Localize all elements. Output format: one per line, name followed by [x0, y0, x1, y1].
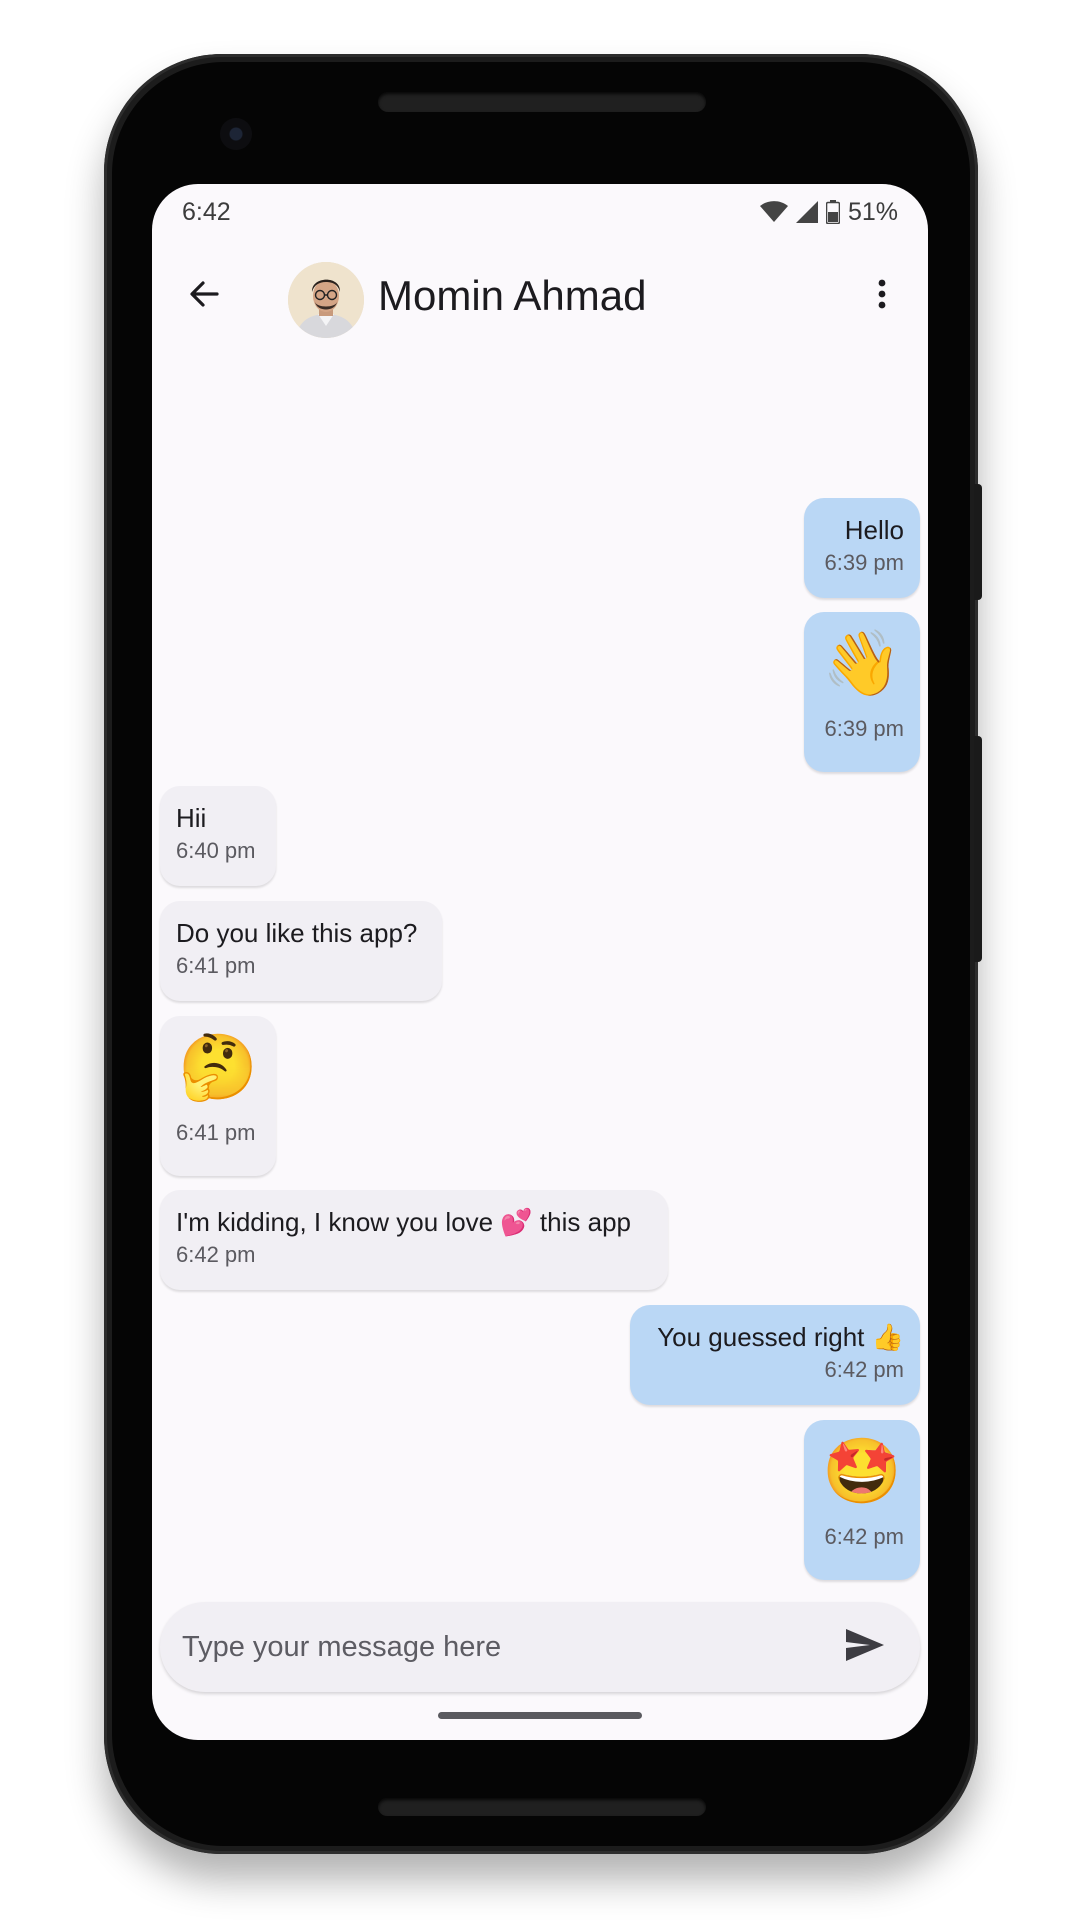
message-time: 6:41 pm — [176, 1120, 256, 1145]
status-time: 6:42 — [182, 197, 231, 226]
message-text: Hii — [176, 803, 207, 833]
message-time: 6:41 pm — [176, 953, 256, 978]
app-bar: Momin Ahmad — [152, 240, 928, 352]
message-time: 6:40 pm — [176, 838, 256, 863]
message-time: 6:42 pm — [824, 1524, 905, 1549]
message-input[interactable] — [182, 1602, 822, 1692]
message-composer — [160, 1602, 920, 1692]
send-button[interactable] — [840, 1622, 890, 1672]
more-vert-icon — [878, 279, 886, 314]
power-button — [974, 484, 982, 600]
avatar[interactable] — [288, 262, 364, 338]
message-time: 6:42 pm — [176, 1242, 256, 1267]
message-bubble-received[interactable]: 🤔 6:41 pm — [160, 1016, 276, 1176]
star-struck-emoji: 🤩 — [822, 1435, 902, 1507]
message-text: Hello — [844, 515, 904, 545]
status-icons: 51% — [759, 197, 898, 227]
earpiece-speaker — [378, 92, 706, 112]
front-camera — [220, 118, 252, 150]
message-bubble-sent[interactable]: 👋 6:39 pm — [804, 612, 920, 772]
arrow-left-icon — [189, 280, 219, 313]
message-bubble-sent[interactable]: You guessed right 👍 6:42 pm — [630, 1305, 920, 1405]
wifi-icon — [759, 201, 788, 223]
waving-hand-emoji: 👋 — [822, 627, 902, 699]
message-bubble-sent[interactable]: 🤩 6:42 pm — [804, 1420, 920, 1580]
contact-name[interactable]: Momin Ahmad — [378, 268, 646, 324]
back-button[interactable] — [182, 274, 226, 318]
home-indicator[interactable] — [438, 1712, 642, 1719]
message-bubble-sent[interactable]: Hello 6:39 pm — [804, 498, 920, 598]
message-bubble-received[interactable]: Do you like this app? 6:41 pm — [160, 901, 442, 1001]
thinking-face-emoji: 🤔 — [178, 1031, 258, 1103]
message-bubble-received[interactable]: Hii 6:40 pm — [160, 786, 276, 886]
chat-screen: 6:42 51% Momin Ahmad Hello 6:39 pm 👋 6:3… — [152, 184, 928, 1740]
signal-icon — [795, 201, 818, 223]
message-text: I'm kidding, I know you love 💕 this app — [176, 1207, 631, 1237]
send-icon — [844, 1627, 886, 1668]
message-time: 6:39 pm — [824, 716, 905, 741]
message-time: 6:42 pm — [824, 1357, 905, 1382]
status-bar: 6:42 51% — [152, 184, 928, 240]
battery-icon — [825, 200, 840, 224]
overflow-menu-button[interactable] — [862, 270, 902, 322]
volume-button — [974, 736, 982, 962]
message-text: You guessed right 👍 — [657, 1322, 904, 1352]
battery-level: 51% — [847, 197, 898, 226]
bottom-speaker — [378, 1798, 706, 1816]
message-time: 6:39 pm — [824, 550, 905, 575]
message-text: Do you like this app? — [176, 918, 418, 948]
message-bubble-received[interactable]: I'm kidding, I know you love 💕 this app … — [160, 1190, 668, 1290]
